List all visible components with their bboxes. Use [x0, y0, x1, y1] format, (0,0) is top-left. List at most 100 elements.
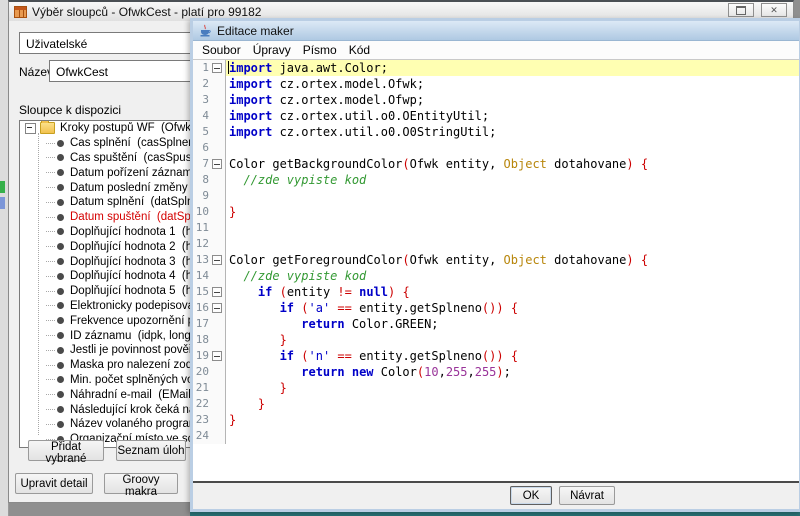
code-line-text[interactable]	[226, 220, 799, 236]
code-line[interactable]: 10}	[193, 204, 799, 220]
code-line-text[interactable]: Color getBackgroundColor(Ofwk entity, Ob…	[226, 156, 799, 172]
code-line[interactable]: 8 //zde vypiste kod	[193, 172, 799, 188]
fold-collapse-icon[interactable]	[209, 300, 224, 316]
code-line-text[interactable]: if ('n' == entity.getSplneno()) {	[226, 348, 799, 364]
code-line[interactable]: 17 return Color.GREEN;	[193, 316, 799, 332]
code-editor[interactable]: 1import java.awt.Color;2import cz.ortex.…	[193, 60, 799, 481]
code-line[interactable]: 18 }	[193, 332, 799, 348]
code-line[interactable]: 16 if ('a' == entity.getSplneno()) {	[193, 300, 799, 316]
code-line[interactable]: 13Color getForegroundColor(Ofwk entity, …	[193, 252, 799, 268]
edit-detail-button[interactable]: Upravit detail	[15, 473, 93, 494]
gutter: 3	[193, 92, 226, 108]
code-line-text[interactable]: Color getForegroundColor(Ofwk entity, Ob…	[226, 252, 799, 268]
code-line[interactable]: 6	[193, 140, 799, 156]
code-line-text[interactable]	[226, 188, 799, 204]
fold-spacer	[209, 108, 224, 124]
close-button[interactable]: ✕	[761, 3, 787, 17]
code-line[interactable]: 5 import cz.ortex.util.o0.O0StringUtil;	[193, 124, 799, 140]
macro-editor-titlebar: Editace maker	[193, 21, 799, 41]
code-line-text[interactable]: }	[226, 396, 799, 412]
menu-úpravy[interactable]: Úpravy	[247, 42, 297, 58]
bullet-icon	[57, 169, 64, 176]
code-line[interactable]: 19 if ('n' == entity.getSplneno()) {	[193, 348, 799, 364]
fold-collapse-icon[interactable]	[209, 156, 224, 172]
code-line-text[interactable]: import cz.ortex.model.Ofwk;	[226, 76, 799, 92]
line-number: 24	[193, 428, 209, 444]
text-caret	[228, 61, 229, 74]
tree-branch-line	[46, 143, 55, 144]
code-line-text[interactable]: import cz.ortex.util.o0.OEntityUtil;	[226, 108, 799, 124]
code-line[interactable]: 2import cz.ortex.model.Ofwk;	[193, 76, 799, 92]
code-line[interactable]: 20 return new Color(10,255,255);	[193, 364, 799, 380]
bullet-icon	[57, 347, 64, 354]
ok-button[interactable]: OK	[510, 486, 552, 505]
editor-window-title: Editace maker	[217, 24, 294, 38]
fold-spacer	[209, 140, 224, 156]
fold-collapse-icon[interactable]	[209, 252, 224, 268]
add-selected-button[interactable]: Přidat vybrané	[28, 440, 104, 461]
tree-branch-line	[46, 276, 55, 277]
code-line[interactable]: 3import cz.ortex.model.Ofwp;	[193, 92, 799, 108]
tree-branch-line	[46, 291, 55, 292]
menu-kód[interactable]: Kód	[343, 42, 376, 58]
code-line-text[interactable]	[226, 428, 799, 444]
code-line[interactable]: 4import cz.ortex.util.o0.OEntityUtil;	[193, 108, 799, 124]
fold-collapse-icon[interactable]	[209, 348, 224, 364]
fold-spacer	[209, 380, 224, 396]
code-line[interactable]: 22 }	[193, 396, 799, 412]
fold-spacer	[209, 76, 224, 92]
code-line-text[interactable]: }	[226, 204, 799, 220]
menu-písmo[interactable]: Písmo	[297, 42, 343, 58]
fold-spacer	[209, 332, 224, 348]
line-number: 9	[193, 188, 209, 204]
gutter: 8	[193, 172, 226, 188]
bullet-icon	[57, 376, 64, 383]
line-number: 15	[193, 284, 209, 300]
code-line[interactable]: 1import java.awt.Color;	[193, 60, 799, 76]
code-line-text[interactable]: if ('a' == entity.getSplneno()) {	[226, 300, 799, 316]
gutter: 4	[193, 108, 226, 124]
code-line-text[interactable]: return Color.GREEN;	[226, 316, 799, 332]
gutter: 19	[193, 348, 226, 364]
code-line-text[interactable]: //zde vypiste kod	[226, 268, 799, 284]
code-line-text[interactable]: }	[226, 380, 799, 396]
return-button[interactable]: Návrat	[559, 486, 615, 505]
code-line[interactable]: 15 if (entity != null) {	[193, 284, 799, 300]
code-line[interactable]: 9	[193, 188, 799, 204]
code-line-text[interactable]: }	[226, 412, 799, 428]
code-line[interactable]: 21 }	[193, 380, 799, 396]
code-line[interactable]: 23}	[193, 412, 799, 428]
fold-collapse-icon[interactable]	[209, 284, 224, 300]
code-line-text[interactable]	[226, 140, 799, 156]
gutter: 12	[193, 236, 226, 252]
tree-branch-line	[46, 217, 55, 218]
code-line-text[interactable]: import cz.ortex.model.Ofwp;	[226, 92, 799, 108]
groovy-macros-button[interactable]: Groovy makra	[104, 473, 178, 494]
tree-branch-line	[46, 409, 55, 410]
code-line-text[interactable]: import java.awt.Color;	[226, 60, 799, 76]
fold-spacer	[209, 396, 224, 412]
maximize-icon	[736, 6, 746, 15]
code-line-text[interactable]: import cz.ortex.util.o0.O0StringUtil;	[226, 124, 799, 140]
collapse-icon[interactable]	[25, 123, 36, 134]
maximize-button[interactable]	[728, 3, 754, 17]
menu-soubor[interactable]: Soubor	[196, 42, 247, 58]
code-line[interactable]: 24	[193, 428, 799, 444]
code-line-text[interactable]: //zde vypiste kod	[226, 172, 799, 188]
tree-item-label: Název volaného programu	[70, 418, 205, 430]
gutter: 5	[193, 124, 226, 140]
code-line[interactable]: 7Color getBackgroundColor(Ofwk entity, O…	[193, 156, 799, 172]
line-number: 11	[193, 220, 209, 236]
code-line[interactable]: 14 //zde vypiste kod	[193, 268, 799, 284]
code-line-text[interactable]	[226, 236, 799, 252]
code-line-text[interactable]: }	[226, 332, 799, 348]
task-list-button[interactable]: Seznam úloh	[116, 440, 186, 461]
fold-collapse-icon[interactable]	[209, 60, 224, 76]
fold-spacer	[209, 428, 224, 444]
tree-branch-line	[46, 320, 55, 321]
code-line-text[interactable]: if (entity != null) {	[226, 284, 799, 300]
line-number: 5	[193, 124, 209, 140]
code-line[interactable]: 11	[193, 220, 799, 236]
code-line-text[interactable]: return new Color(10,255,255);	[226, 364, 799, 380]
code-line[interactable]: 12	[193, 236, 799, 252]
